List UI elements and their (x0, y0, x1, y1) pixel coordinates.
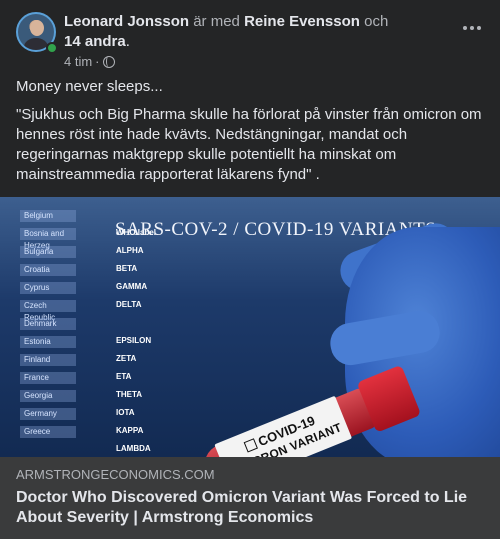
country-cell: Georgia (20, 390, 76, 402)
country-cell: Finland (20, 354, 76, 366)
country-cell: Denmark (20, 318, 76, 330)
variant-cell: EPSILON (116, 336, 152, 345)
country-cell: Germany (20, 408, 76, 420)
link-preview-footer[interactable]: ARMSTRONGECONOMICS.COM Doctor Who Discov… (0, 457, 500, 539)
post-paragraph-2: "Sjukhus och Big Pharma skulle ha förlor… (16, 106, 482, 183)
variant-table-row: Bulgaria ALPHA (14, 241, 314, 261)
with-text: är med (193, 13, 240, 30)
post-header: Leonard Jonsson är med Reine Evensson oc… (16, 12, 484, 72)
variant-cell: ZETA (116, 354, 137, 363)
country-cell: Bulgaria (20, 246, 76, 258)
country-cell: Bosnia and Herzeg (20, 228, 76, 250)
link-domain: ARMSTRONGECONOMICS.COM (16, 467, 215, 482)
variant-table-row: Denmark (14, 313, 314, 333)
link-title[interactable]: Doctor Who Discovered Omicron Variant Wa… (16, 488, 484, 528)
post-timestamp[interactable]: 4 tim (64, 54, 92, 69)
variant-cell: THETA (116, 390, 143, 399)
country-cell: Estonia (20, 336, 76, 348)
others-suffix: . (125, 33, 130, 50)
variant-table-row: Croatia BETA (14, 259, 314, 279)
meta-separator: · (95, 54, 100, 69)
variant-table-row: France ETA (14, 367, 314, 387)
variant-table-row: Estonia EPSILON (14, 331, 314, 351)
variant-cell: ETA (116, 372, 132, 381)
author-name[interactable]: Leonard Jonsson (64, 13, 189, 30)
country-cell: Greece (20, 426, 76, 438)
globe-icon[interactable] (102, 55, 115, 68)
variant-cell: LAMBDA (116, 444, 151, 453)
dot-icon (477, 26, 481, 30)
post-text: Money never sleeps... "Sjukhus och Big P… (16, 77, 488, 193)
variant-cell: IOTA (116, 408, 135, 417)
variant-cell: DELTA (116, 300, 142, 309)
post-paragraph-1: Money never sleeps... (16, 78, 163, 95)
checkbox-icon (243, 438, 258, 453)
dot-icon (470, 26, 474, 30)
dot-icon (463, 26, 467, 30)
variant-cell: ALPHA (116, 246, 144, 255)
variant-cell: BETA (116, 264, 138, 273)
others-link[interactable]: 14 andra (64, 33, 126, 50)
country-cell: Czech Republic (20, 300, 76, 322)
post-meta: 4 tim · (64, 54, 115, 69)
tagged-name[interactable]: Reine Evensson (244, 13, 360, 30)
variant-table-row: Czech Republic DELTA (14, 295, 314, 322)
variant-table-row: Georgia THETA (14, 385, 314, 405)
and-text: och (364, 13, 389, 30)
online-status-dot (46, 42, 58, 54)
variant-cell: GAMMA (116, 282, 148, 291)
variant-table-row: Finland ZETA (14, 349, 314, 369)
link-preview-image[interactable]: Belgium Bosnia and Herzeg WHO label Bulgari… (0, 197, 500, 457)
country-cell: France (20, 372, 76, 384)
variant-table-row: Cyprus GAMMA (14, 277, 314, 297)
country-cell: Cyprus (20, 282, 76, 294)
country-cell: Croatia (20, 264, 76, 276)
avatar-shirt (24, 38, 48, 50)
variant-cell: KAPPA (116, 426, 144, 435)
country-cell: Belgium (20, 210, 76, 222)
post-attribution: Leonard Jonsson är med Reine Evensson oc… (64, 12, 424, 52)
more-options-button[interactable] (460, 18, 484, 38)
avatar-face (30, 20, 44, 36)
